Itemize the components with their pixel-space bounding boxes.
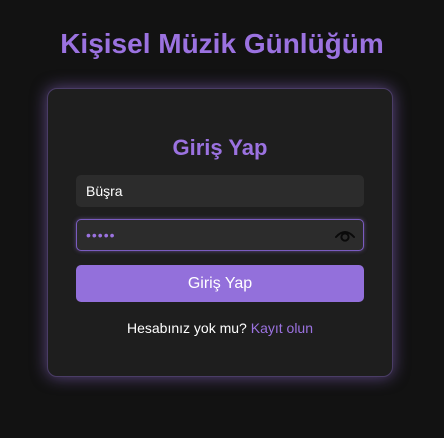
signup-prompt-text: Hesabınız yok mu? xyxy=(127,320,247,336)
login-heading: Giriş Yap xyxy=(172,135,268,160)
login-card: Giriş Yap Giriş Yap Hesabınız yok mu? Ka… xyxy=(47,88,393,377)
username-field-wrapper xyxy=(76,175,364,207)
app-title: Kişisel Müzik Günlüğüm xyxy=(60,28,384,59)
username-input[interactable] xyxy=(77,176,363,206)
login-button[interactable]: Giriş Yap xyxy=(76,265,364,302)
password-field-wrapper xyxy=(76,219,364,251)
eye-icon[interactable] xyxy=(335,227,355,243)
signup-link[interactable]: Kayıt olun xyxy=(251,320,313,336)
signup-prompt-line: Hesabınız yok mu? Kayıt olun xyxy=(48,319,392,337)
password-input[interactable] xyxy=(77,220,363,250)
